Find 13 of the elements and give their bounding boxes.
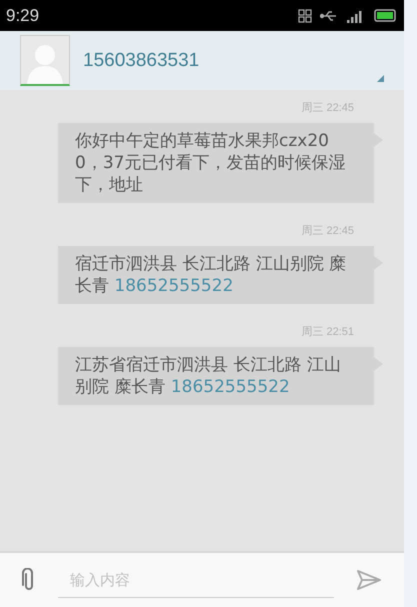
- message-bubble: 你好中午定的草莓苗水果邦czx200，37元已付看下，发苗的时候保湿下，地址: [58, 123, 374, 203]
- corner-icon: [377, 75, 384, 82]
- send-button[interactable]: [356, 569, 382, 591]
- message-bubble: 江苏省宿迁市泗洪县 长江北路 江山别院 糜长青 18652555522: [58, 347, 374, 405]
- message-input[interactable]: 输入内容: [58, 562, 334, 598]
- contact-number: 15603863531: [83, 50, 200, 72]
- battery-icon: [374, 9, 396, 22]
- status-time: 9:29: [6, 6, 40, 26]
- grid-icon: [298, 8, 312, 22]
- message-bubble: 宿迁市泗洪县 长江北路 江山别院 糜长青 18652555522: [58, 246, 374, 304]
- attach-button[interactable]: [22, 568, 36, 592]
- avatar[interactable]: [20, 35, 70, 86]
- usb-icon: [320, 10, 338, 22]
